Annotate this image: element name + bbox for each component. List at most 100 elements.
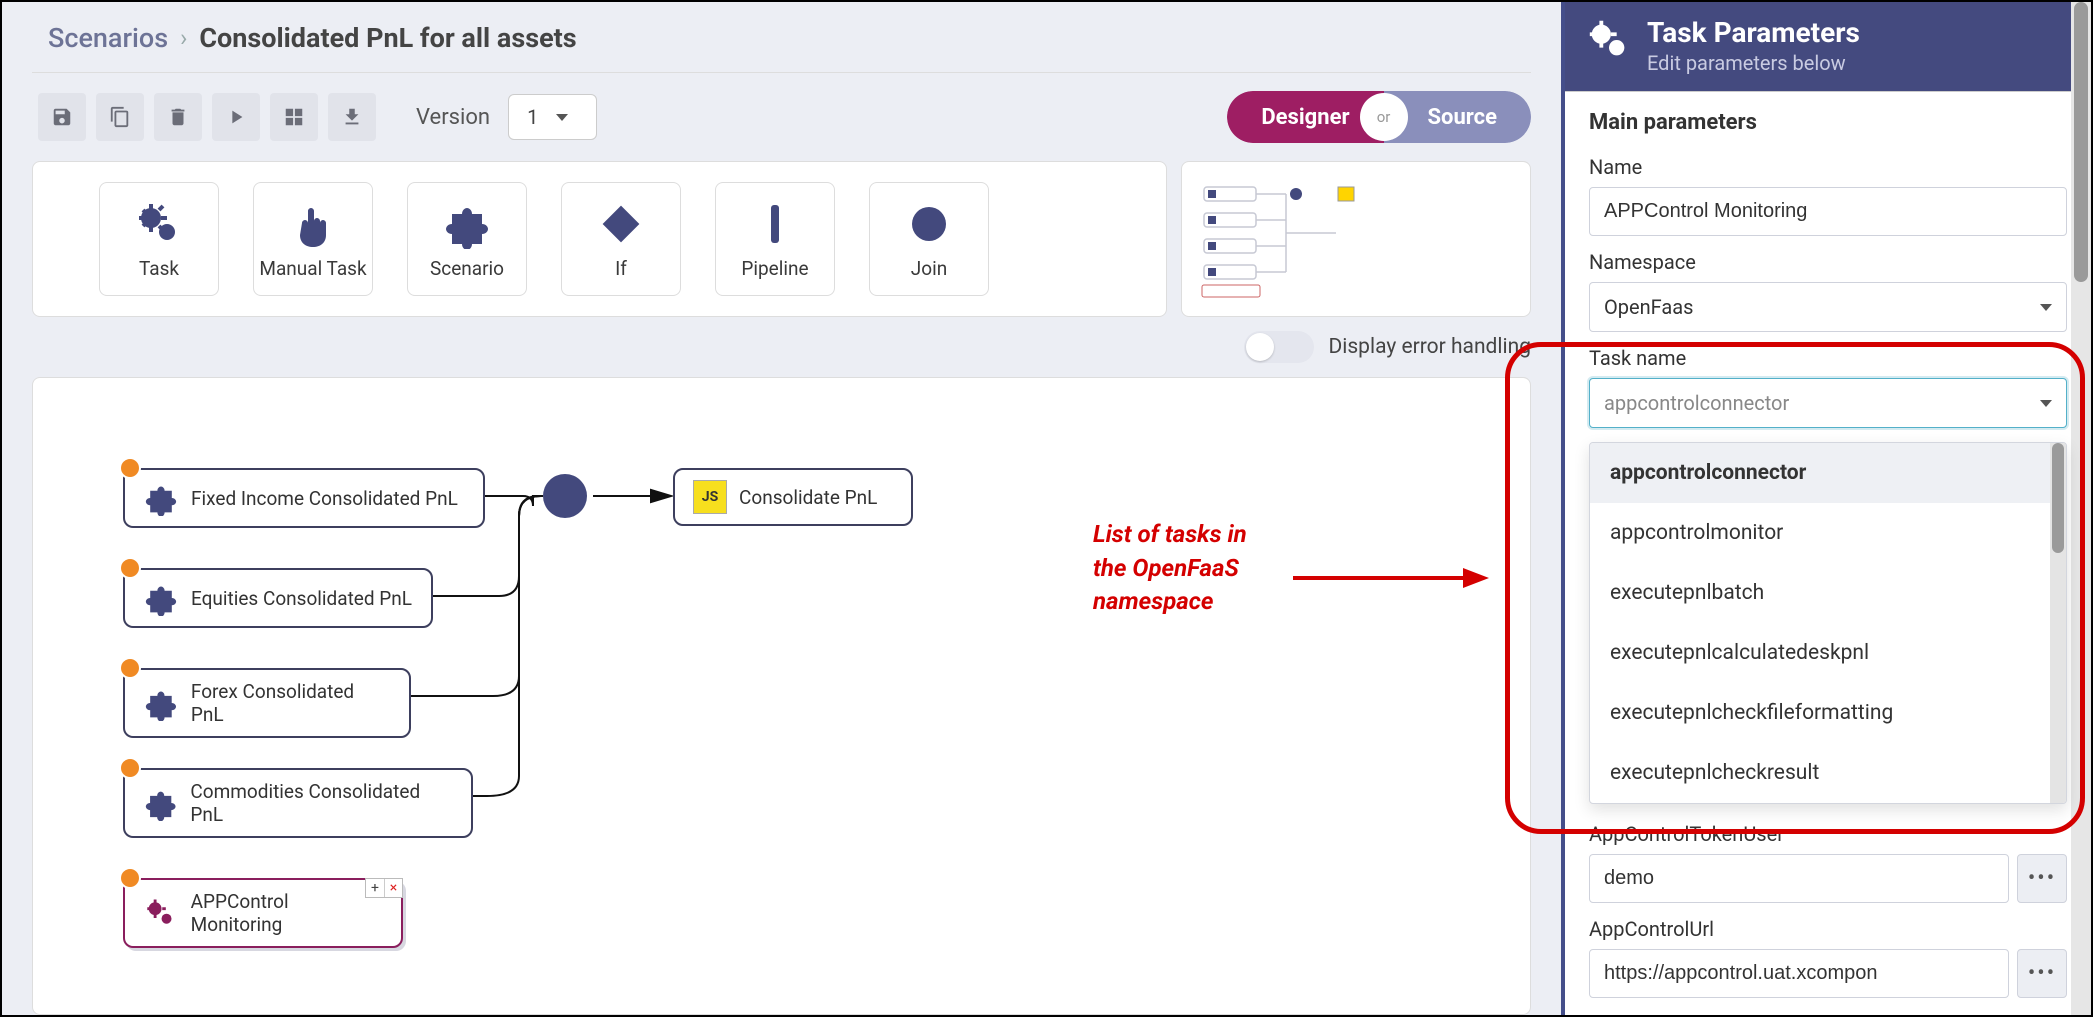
canvas-node-forex[interactable]: Forex Consolidated PnL xyxy=(123,668,411,738)
side-panel-body: Main parameters Name Namespace OpenFaas … xyxy=(1565,91,2091,1015)
palette-item-label: Manual Task xyxy=(259,257,366,280)
field-label-url: AppControlUrl xyxy=(1589,917,2067,941)
canvas-node-label: APPControl Monitoring xyxy=(191,890,383,936)
dropdown-item[interactable]: executepnlcheckfileformatting xyxy=(1590,683,2050,743)
canvas-node-equities[interactable]: Equities Consolidated PnL xyxy=(123,568,433,628)
annotation-text: List of tasks in the OpenFaaS namespace xyxy=(1093,518,1247,619)
field-input-url[interactable] xyxy=(1589,949,2009,998)
caret-down-icon xyxy=(2040,304,2052,311)
grid-icon xyxy=(283,106,305,128)
palette-item-if[interactable]: If xyxy=(561,182,681,296)
trash-icon xyxy=(167,106,189,128)
puzzle-icon xyxy=(442,199,492,249)
palette-item-pipeline[interactable]: Pipeline xyxy=(715,182,835,296)
palette-item-task[interactable]: Task xyxy=(99,182,219,296)
canvas-node-label: Consolidate PnL xyxy=(739,486,877,509)
hand-icon xyxy=(288,199,338,249)
dropdown-item[interactable]: executepnlbatch xyxy=(1590,563,2050,623)
chevron-right-icon: › xyxy=(180,24,187,52)
side-panel: Task Parameters Edit parameters below Ma… xyxy=(1561,2,2091,1015)
field-label-namespace: Namespace xyxy=(1589,250,2067,274)
gears-icon xyxy=(143,895,179,931)
warning-badge-icon xyxy=(119,867,141,889)
puzzle-icon xyxy=(143,785,178,821)
canvas-node-fixed-income[interactable]: Fixed Income Consolidated PnL xyxy=(123,468,485,528)
side-panel-scrollbar[interactable] xyxy=(2071,2,2091,1015)
download-icon xyxy=(341,106,363,128)
canvas-node-label: Fixed Income Consolidated PnL xyxy=(191,487,458,510)
warning-badge-icon xyxy=(119,657,141,679)
palette-item-manual-task[interactable]: Manual Task xyxy=(253,182,373,296)
javascript-icon: JS xyxy=(693,480,727,514)
dropdown-item[interactable]: executepnlcheckresult xyxy=(1590,743,2050,803)
field-more-button[interactable]: ••• xyxy=(2017,854,2067,903)
warning-badge-icon xyxy=(119,557,141,579)
diamond-icon xyxy=(596,199,646,249)
version-value: 1 xyxy=(527,105,538,129)
canvas-node-monitoring[interactable]: + × APPControl Monitoring xyxy=(123,878,403,948)
canvas-node-consolidate[interactable]: JS Consolidate PnL xyxy=(673,468,913,526)
circle-icon xyxy=(904,199,954,249)
delete-button[interactable] xyxy=(154,93,202,141)
breadcrumb-root[interactable]: Scenarios xyxy=(48,22,168,54)
field-input-name[interactable] xyxy=(1589,187,2067,236)
field-select-namespace[interactable]: OpenFaas xyxy=(1589,282,2067,332)
puzzle-icon xyxy=(143,685,179,721)
minimap[interactable] xyxy=(1181,161,1531,317)
canvas[interactable]: Fixed Income Consolidated PnL Equities C… xyxy=(32,377,1531,1015)
canvas-node-label: Equities Consolidated PnL xyxy=(191,587,412,610)
gears-icon xyxy=(134,199,184,249)
version-select[interactable]: 1 xyxy=(508,94,597,140)
pipeline-icon xyxy=(750,199,800,249)
select-value: OpenFaas xyxy=(1604,295,1693,319)
palette-item-label: Scenario xyxy=(430,257,504,280)
dropdown-scrollbar[interactable] xyxy=(2050,443,2066,803)
palette-item-join[interactable]: Join xyxy=(869,182,989,296)
display-error-switch[interactable] xyxy=(1244,331,1314,363)
view-mode-toggle[interactable]: Designer or Source xyxy=(1227,91,1531,143)
download-button[interactable] xyxy=(328,93,376,141)
dropdown-item[interactable]: appcontrolmonitor xyxy=(1590,503,2050,563)
palette-item-label: Join xyxy=(911,257,947,280)
field-select-taskname[interactable]: appcontrolconnector xyxy=(1589,378,2067,428)
run-button[interactable] xyxy=(212,93,260,141)
breadcrumb: Scenarios › Consolidated PnL for all ass… xyxy=(32,12,1531,73)
copy-button[interactable] xyxy=(96,93,144,141)
canvas-node-label: Commodities Consolidated PnL xyxy=(190,780,453,826)
section-header: Main parameters xyxy=(1589,110,2067,135)
puzzle-icon xyxy=(143,480,179,516)
side-panel-header: Task Parameters Edit parameters below xyxy=(1565,2,2091,91)
mode-source[interactable]: Source xyxy=(1384,91,1531,143)
play-icon xyxy=(225,106,247,128)
canvas-node-label: Forex Consolidated PnL xyxy=(191,680,391,726)
select-placeholder: appcontrolconnector xyxy=(1604,391,1789,415)
field-label-name: Name xyxy=(1589,155,2067,179)
canvas-node-join[interactable] xyxy=(543,474,587,518)
palette-item-label: Task xyxy=(139,257,179,280)
dropdown-item[interactable]: appcontrolconnector xyxy=(1590,443,2050,503)
node-add-button[interactable]: + xyxy=(366,879,384,897)
field-more-button[interactable]: ••• xyxy=(2017,949,2067,998)
palette-item-label: If xyxy=(615,257,627,280)
field-input-tokenuser[interactable] xyxy=(1589,854,2009,903)
warning-badge-icon xyxy=(119,457,141,479)
mode-designer[interactable]: Designer xyxy=(1227,91,1383,143)
canvas-node-commodities[interactable]: Commodities Consolidated PnL xyxy=(123,768,473,838)
side-panel-subtitle: Edit parameters below xyxy=(1647,51,1860,75)
annotation-arrow-icon xyxy=(1293,558,1493,598)
side-panel-title: Task Parameters xyxy=(1647,16,1860,49)
grid-button[interactable] xyxy=(270,93,318,141)
field-label-taskname: Task name xyxy=(1589,346,2067,370)
palette-item-scenario[interactable]: Scenario xyxy=(407,182,527,296)
caret-down-icon xyxy=(2040,400,2052,407)
node-actions: + × xyxy=(365,878,403,898)
save-button[interactable] xyxy=(38,93,86,141)
puzzle-icon xyxy=(143,580,179,616)
version-label: Version xyxy=(416,105,490,130)
node-close-button[interactable]: × xyxy=(384,879,402,897)
palette-item-label: Pipeline xyxy=(741,257,808,280)
dropdown-item[interactable]: executepnlcalculatedeskpnl xyxy=(1590,623,2050,683)
breadcrumb-current: Consolidated PnL for all assets xyxy=(199,22,576,54)
gears-icon xyxy=(1585,16,1633,64)
taskname-dropdown: appcontrolconnector appcontrolmonitor ex… xyxy=(1589,442,2067,804)
